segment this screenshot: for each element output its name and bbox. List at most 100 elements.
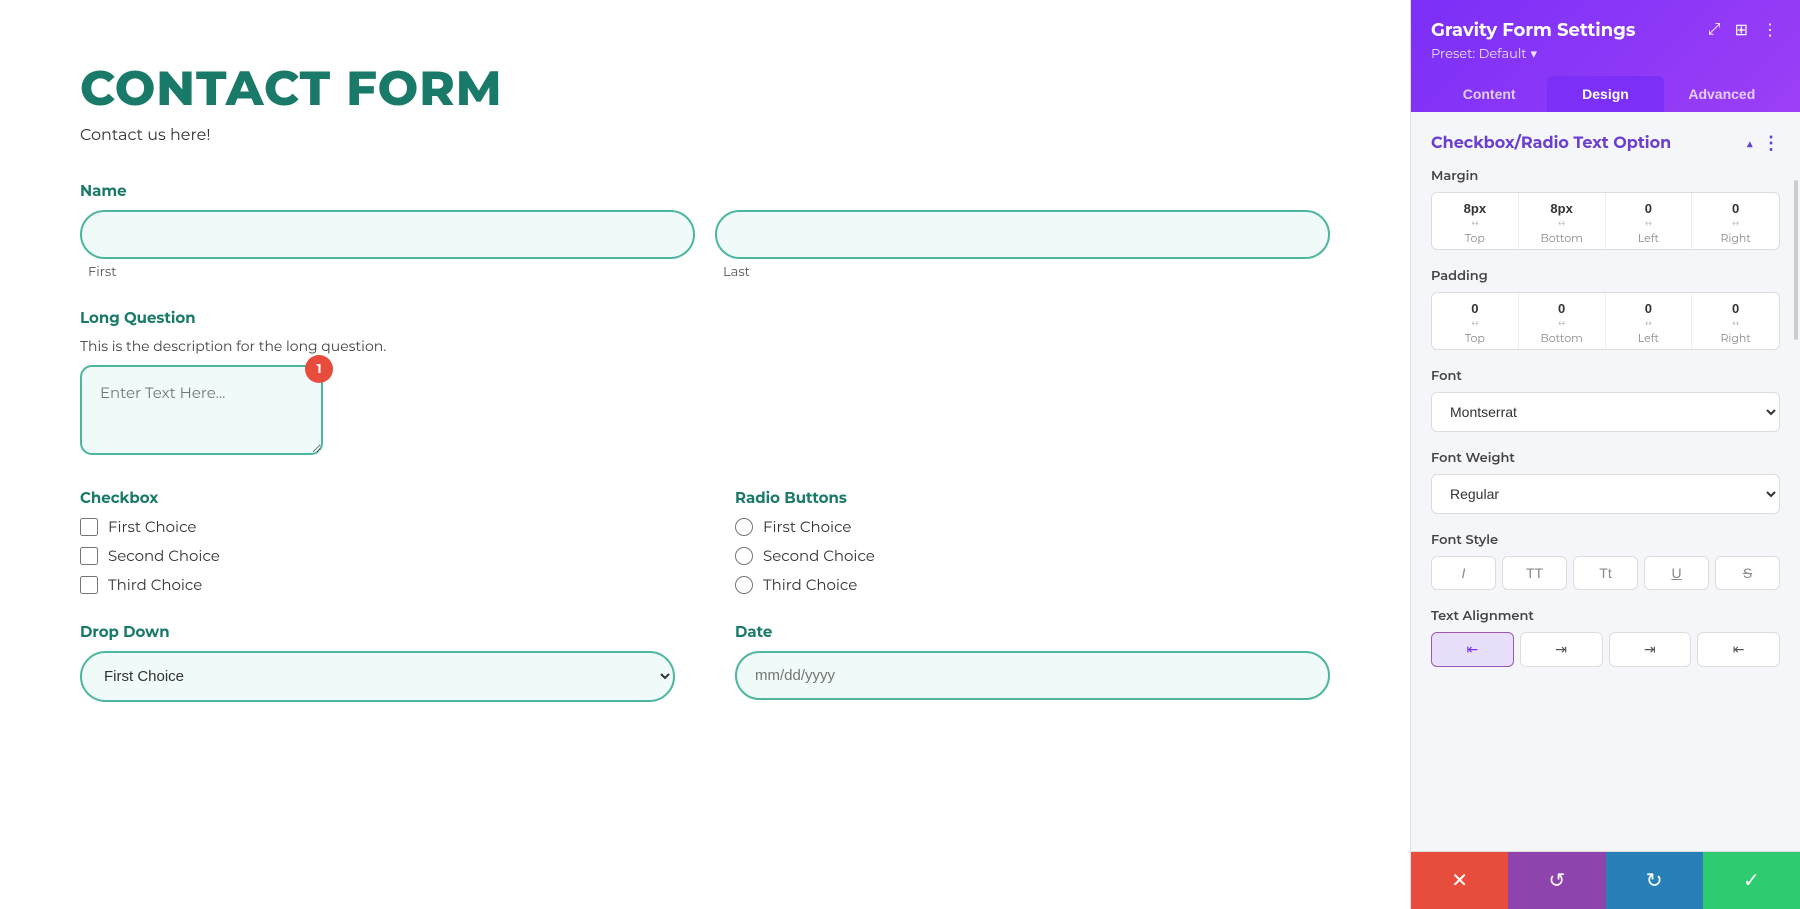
radio-label: Radio Buttons (735, 488, 1330, 507)
font-style-strikethrough-btn[interactable]: S (1715, 556, 1780, 590)
margin-top-input[interactable] (1436, 201, 1514, 216)
radio-item-label-3: Third Choice (763, 575, 857, 594)
radio-input-2[interactable] (735, 547, 753, 565)
text-align-row: ⇤ ⇥ ⇥ ⇤ (1431, 632, 1780, 667)
font-style-label: Font Style (1431, 532, 1780, 548)
date-input[interactable] (735, 651, 1330, 700)
font-style-italic-btn[interactable]: I (1431, 556, 1496, 590)
margin-bottom-input[interactable] (1523, 201, 1601, 216)
section-dots-icon[interactable]: ⋮ (1762, 132, 1780, 154)
margin-top-cell: ↔ Top (1432, 193, 1519, 249)
padding-left-cell: ↔ Left (1606, 293, 1693, 349)
font-weight-select[interactable]: Regular Bold Light (1431, 474, 1780, 514)
padding-bottom-input[interactable] (1523, 301, 1601, 316)
section-title-panel: Checkbox/Radio Text Option ▲ ⋮ (1431, 132, 1780, 154)
font-style-row: I TT Tt U S (1431, 556, 1780, 590)
padding-grid: ↔ Top ↔ Bottom ↔ Left ↔ Right (1431, 292, 1780, 350)
padding-link-right-icon: ↔ (1732, 316, 1739, 329)
name-label: Name (80, 181, 1330, 200)
date-col: Date (735, 622, 1330, 702)
margin-left-cell: ↔ Left (1606, 193, 1693, 249)
align-center-btn[interactable]: ⇥ (1520, 632, 1603, 667)
badge-1: 1 (305, 355, 333, 383)
margin-left-sublabel: Left (1638, 231, 1659, 245)
first-sublabel: First (80, 264, 695, 280)
dropdown-date-section: Drop Down First Choice Second Choice Thi… (80, 622, 1330, 702)
checkbox-item-2: Second Choice (80, 546, 675, 565)
checkbox-list: First Choice Second Choice Third Choice (80, 517, 675, 594)
textarea-wrap: 1 (80, 365, 323, 460)
padding-label: Padding (1431, 268, 1780, 284)
radio-item-label-1: First Choice (763, 517, 851, 536)
date-label: Date (735, 622, 1330, 641)
text-alignment-label: Text Alignment (1431, 608, 1780, 624)
columns-icon-btn[interactable]: ⊞ (1733, 18, 1750, 42)
panel-header-icons: ⤢ ⊞ ⋮ (1706, 18, 1780, 42)
checkbox-item-label-1: First Choice (108, 517, 196, 536)
save-button[interactable]: ✓ (1703, 852, 1800, 909)
padding-top-sublabel: Top (1465, 331, 1485, 345)
tab-advanced[interactable]: Advanced (1664, 76, 1780, 112)
radio-item-3: Third Choice (735, 575, 1330, 594)
radio-item-label-2: Second Choice (763, 546, 875, 565)
padding-bottom-cell: ↔ Bottom (1519, 293, 1606, 349)
font-weight-label: Font Weight (1431, 450, 1780, 466)
radio-input-3[interactable] (735, 576, 753, 594)
long-question-textarea[interactable] (80, 365, 323, 455)
margin-bottom-sublabel: Bottom (1540, 231, 1582, 245)
first-name-wrap: First (80, 210, 695, 280)
radio-input-1[interactable] (735, 518, 753, 536)
font-style-capitalize-btn[interactable]: Tt (1573, 556, 1638, 590)
dropdown-label: Drop Down (80, 622, 675, 641)
tab-design[interactable]: Design (1547, 76, 1663, 112)
margin-link-bottom-icon: ↔ (1558, 216, 1565, 229)
margin-link-left-icon: ↔ (1645, 216, 1652, 229)
long-question-description: This is the description for the long que… (80, 337, 1330, 355)
padding-top-input[interactable] (1436, 301, 1514, 316)
section-controls: ▲ ⋮ (1746, 132, 1780, 154)
redo-button[interactable]: ↻ (1606, 852, 1703, 909)
padding-left-input[interactable] (1610, 301, 1688, 316)
padding-top-cell: ↔ Top (1432, 293, 1519, 349)
radio-col: Radio Buttons First Choice Second Choice… (735, 488, 1330, 594)
padding-right-sublabel: Right (1720, 331, 1750, 345)
margin-top-sublabel: Top (1465, 231, 1485, 245)
margin-label: Margin (1431, 168, 1780, 184)
margin-right-cell: ↔ Right (1692, 193, 1779, 249)
margin-link-right-icon: ↔ (1732, 216, 1739, 229)
padding-right-input[interactable] (1696, 301, 1775, 316)
padding-link-top-icon: ↔ (1471, 316, 1478, 329)
padding-link-left-icon: ↔ (1645, 316, 1652, 329)
align-right-btn[interactable]: ⇥ (1609, 632, 1692, 667)
tab-content[interactable]: Content (1431, 76, 1547, 112)
undo-button[interactable]: ↺ (1508, 852, 1605, 909)
checkbox-item-label-3: Third Choice (108, 575, 202, 594)
dropdown-col: Drop Down First Choice Second Choice Thi… (80, 622, 675, 702)
margin-right-input[interactable] (1696, 201, 1775, 216)
font-style-underline-btn[interactable]: U (1644, 556, 1709, 590)
dropdown-select[interactable]: First Choice Second Choice Third Choice (80, 651, 675, 702)
expand-icon-btn[interactable]: ⤢ (1706, 19, 1723, 41)
checkbox-input-2[interactable] (80, 547, 98, 565)
more-icon-btn[interactable]: ⋮ (1760, 18, 1780, 42)
margin-bottom-cell: ↔ Bottom (1519, 193, 1606, 249)
section-chevron-up-icon[interactable]: ▲ (1746, 134, 1754, 152)
form-title: CONTACT FORM (80, 60, 1330, 118)
form-subtitle: Contact us here! (80, 126, 1330, 145)
margin-left-input[interactable] (1610, 201, 1688, 216)
font-style-uppercase-btn[interactable]: TT (1502, 556, 1567, 590)
first-name-input[interactable] (80, 210, 695, 259)
align-left-btn[interactable]: ⇤ (1431, 632, 1514, 667)
font-label: Font (1431, 368, 1780, 384)
cancel-button[interactable]: ✕ (1411, 852, 1508, 909)
align-justify-btn[interactable]: ⇤ (1697, 632, 1780, 667)
panel-title: Gravity Form Settings (1431, 19, 1635, 41)
panel-preset[interactable]: Preset: Default ▾ (1431, 46, 1780, 62)
panel-footer: ✕ ↺ ↻ ✓ (1411, 851, 1800, 909)
checkbox-input-1[interactable] (80, 518, 98, 536)
last-name-input[interactable] (715, 210, 1330, 259)
font-select[interactable]: Montserrat Arial Roboto (1431, 392, 1780, 432)
panel-header: Gravity Form Settings ⤢ ⊞ ⋮ Preset: Defa… (1411, 0, 1800, 112)
checkbox-input-3[interactable] (80, 576, 98, 594)
name-row: First Last (80, 210, 1330, 280)
